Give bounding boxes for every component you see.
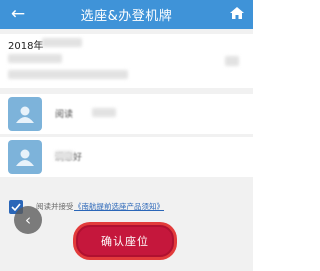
- redacted-text: [8, 54, 62, 63]
- person-icon: [16, 106, 34, 123]
- passenger-name: 阅读: [55, 110, 74, 120]
- top-navigation-bar: ← 选座&办登机牌: [0, 0, 253, 29]
- redacted-text: [55, 151, 73, 160]
- floating-back-button[interactable]: ‹: [14, 206, 42, 234]
- flight-date: 2018年: [8, 41, 44, 52]
- home-button[interactable]: [229, 5, 247, 23]
- agreement-label: 阅读并接受: [36, 202, 74, 211]
- passenger-avatar: [8, 140, 42, 174]
- passenger-row[interactable]: 阅读: [0, 94, 253, 134]
- flight-info-card: 2018年: [0, 34, 253, 88]
- passenger-row[interactable]: 满意好: [0, 137, 253, 177]
- agreement-terms-link[interactable]: 《南航提前选座产品须知》: [74, 201, 164, 212]
- confirm-seat-button[interactable]: 确认座位: [76, 225, 174, 257]
- redacted-text: [92, 108, 116, 117]
- chevron-left-icon: ‹: [25, 211, 31, 229]
- redacted-text: [225, 56, 239, 66]
- home-icon: [230, 7, 244, 19]
- person-icon: [16, 149, 34, 166]
- redacted-text: [42, 38, 82, 47]
- passenger-avatar: [8, 97, 42, 131]
- page-title: 选座&办登机牌: [80, 9, 173, 24]
- redacted-text: [8, 70, 128, 79]
